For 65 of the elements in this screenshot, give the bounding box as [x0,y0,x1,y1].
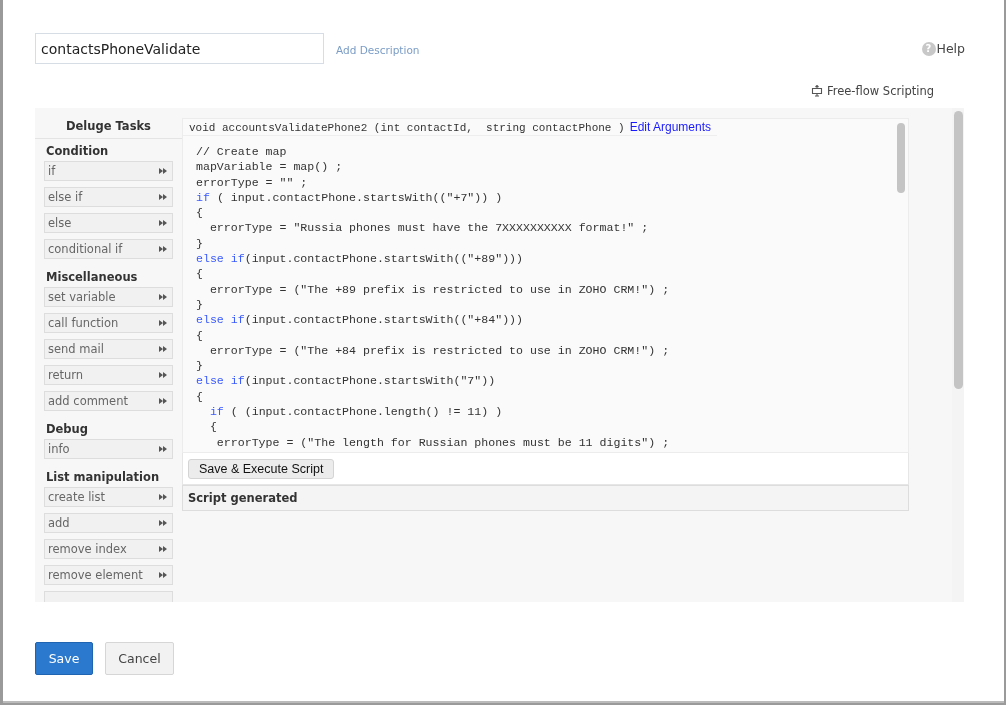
task-item[interactable]: conditional if [44,239,173,259]
code-line: else if(input.contactPhone.startsWith(("+84"))) [196,312,524,328]
code-line: } [196,235,204,252]
function-signature: void accountsValidatePhone2 (int contactId, string contactPhone ) [189,122,625,134]
double-arrow-icon [159,546,167,552]
task-item[interactable]: send mail [44,339,173,359]
cancel-button[interactable]: Cancel [105,642,174,675]
task-item[interactable]: info [44,439,173,459]
save-execute-button[interactable]: Save & Execute Script [188,458,335,479]
help-link[interactable]: Help [936,41,965,56]
task-item[interactable]: add comment [44,391,173,411]
code-line: else if(input.contactPhone.startsWith("7")) [196,373,497,389]
double-arrow-icon [159,320,167,326]
task-item[interactable]: if [44,161,173,181]
code-line: errorType = "Russia phones must have the 7XXXXXXXXXX format!" ; [208,220,650,236]
task-item[interactable]: else if [44,187,173,207]
code-line: { [196,327,204,343]
code-line: else if(input.contactPhone.startsWith(("+89"))) [196,251,524,267]
add-description-link[interactable]: Add Description [336,44,420,56]
double-arrow-icon [159,168,167,174]
double-arrow-icon [159,372,167,378]
task-item[interactable]: remove index [44,539,173,559]
double-arrow-icon [159,220,167,226]
scrollbar[interactable] [897,123,905,193]
group-heading: Miscellaneous [45,269,139,286]
code-line: errorType = ("The +89 prefix is restricted to use in ZOHO CRM!") ; [208,281,671,297]
task-item[interactable]: return [44,365,173,385]
code-line: } [196,358,204,374]
scrollbar[interactable] [954,111,963,389]
group-heading: Condition [45,143,110,160]
double-arrow-icon [159,194,167,200]
double-arrow-icon [159,520,167,526]
monitor-icon[interactable] [810,85,823,97]
double-arrow-icon [159,294,167,300]
code-line: { [196,205,204,221]
double-arrow-icon [159,346,167,352]
edit-arguments-link[interactable]: Edit Arguments [629,120,712,134]
double-arrow-icon [159,446,167,452]
group-heading: Debug [45,421,89,438]
task-item[interactable]: else [44,213,173,233]
code-line: if ( (input.contactPhone.length() != 11) ) [208,404,504,420]
code-line: if ( input.contactPhone.startsWith(("+7")) ) [196,189,504,206]
result-header: Script generated [182,485,909,511]
function-name-field[interactable]: contactsPhoneValidate [35,33,324,64]
code-line: // Create map [196,144,288,160]
code-line: errorType = "" ; [196,174,309,190]
group-heading: List manipulation [45,469,161,486]
code-line: } [196,296,204,313]
code-line: errorType = ("The +84 prefix is restricted to use in ZOHO CRM!") ; [208,342,671,359]
code-line: { [196,388,204,405]
task-item[interactable]: create list [44,487,173,507]
save-button[interactable]: Save [35,642,93,675]
task-item[interactable]: call function [44,313,173,333]
code-line: errorType = ("The length for Russian phones must be 11 digits") ; [215,434,671,450]
free-flow-scripting-link[interactable]: Free-flow Scripting [826,84,934,98]
double-arrow-icon [159,572,167,578]
code-line: { [208,419,218,435]
double-arrow-icon [159,494,167,500]
task-item[interactable]: add [44,513,173,533]
task-item[interactable]: remove element [44,565,173,585]
code-line: { [196,266,204,282]
double-arrow-icon [159,398,167,404]
code-line: mapVariable = map() ; [196,159,344,175]
double-arrow-icon [159,246,167,252]
task-item[interactable]: set variable [44,287,173,307]
